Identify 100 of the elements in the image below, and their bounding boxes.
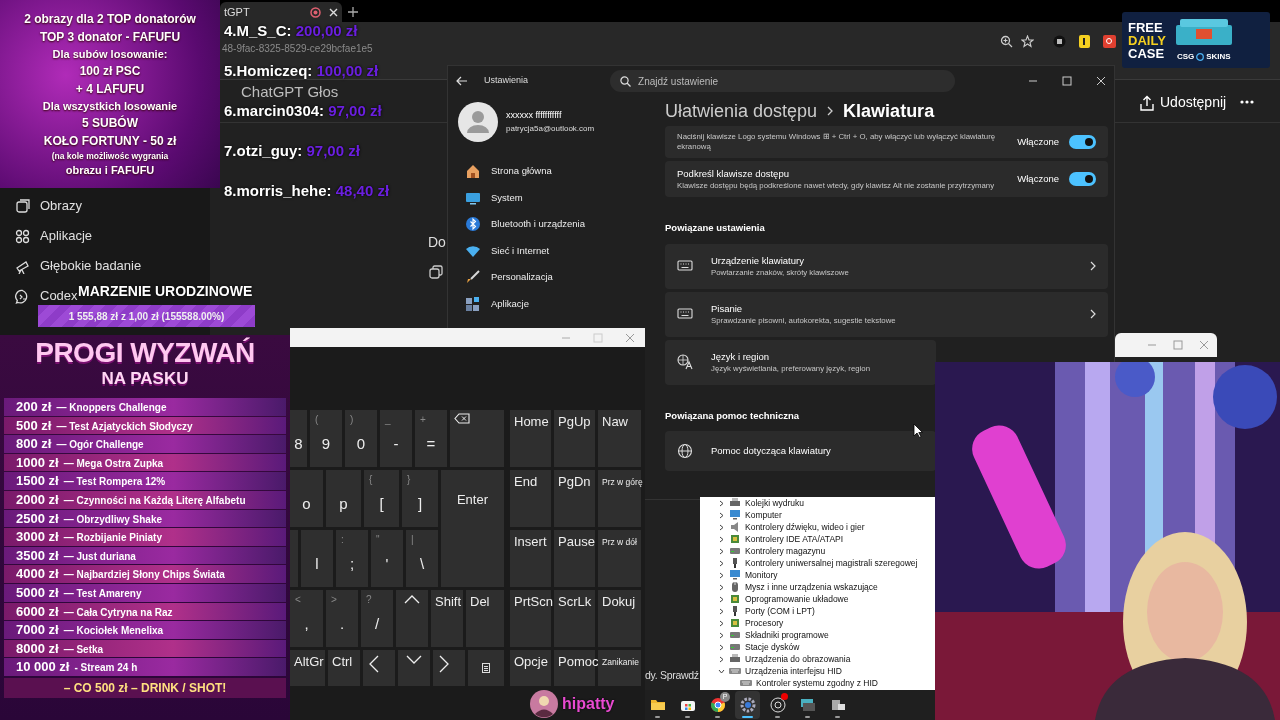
key[interactable]: | \ — [406, 530, 438, 587]
sidebar-item[interactable]: Obrazy — [15, 196, 82, 216]
tree-item[interactable]: Kontrolery dźwięku, wideo i gier — [718, 521, 936, 533]
key[interactable]: Home — [510, 410, 551, 467]
search-field[interactable]: Znajdź ustawienie — [610, 70, 956, 92]
breadcrumb-item[interactable]: Ułatwienia dostępu — [665, 97, 818, 125]
key[interactable]: p — [326, 470, 361, 527]
nav-item[interactable]: Sieć i Internet — [458, 237, 648, 264]
challenge-name: — Just duriana — [63, 549, 136, 564]
tree-item[interactable]: Urządzenia do obrazowania — [718, 653, 936, 665]
maximize-icon[interactable] — [1062, 76, 1072, 86]
key[interactable]: PgDn — [554, 470, 595, 527]
tree-item[interactable]: Kontrolery magazynu — [718, 545, 936, 557]
key[interactable]: Prz w górę — [598, 470, 641, 527]
key[interactable]: Zanikanie — [598, 650, 641, 686]
progress-text: 1 555,88 zł z 1,00 zł (155588.00%) — [68, 309, 225, 324]
key[interactable]: Del — [466, 590, 504, 647]
tree-item[interactable]: Porty (COM i LPT) — [718, 605, 936, 617]
key[interactable]: Naw — [598, 410, 641, 467]
sidebar-item[interactable]: Aplikacje — [15, 226, 93, 246]
key[interactable]: + = — [415, 410, 447, 467]
copy-icon[interactable] — [429, 265, 443, 279]
folder-icon — [649, 697, 666, 713]
back-icon[interactable] — [456, 76, 468, 86]
more-icon[interactable] — [1240, 100, 1254, 104]
key[interactable]: Dokuj — [598, 590, 641, 647]
challenge-amount: 1500 zł — [16, 472, 59, 490]
ad-banner[interactable]: FREE DAILY CASE CSG SKINS — [1122, 12, 1270, 68]
key[interactable] — [468, 650, 504, 686]
extension-icon[interactable] — [1053, 35, 1066, 48]
nav-item[interactable]: System — [458, 184, 648, 211]
toggle-state: Włączone — [1017, 134, 1059, 149]
nav-item[interactable]: Strona główna — [458, 158, 648, 185]
address-field[interactable]: 48-9fac-8325-8529-ce29bcfae1e5 — [222, 43, 373, 55]
star-icon[interactable] — [1021, 35, 1034, 48]
key[interactable]: { [ — [364, 470, 399, 527]
tree-item[interactable]: Mysz i inne urządzenia wskazujące — [718, 581, 936, 593]
zoom-icon[interactable] — [1000, 35, 1013, 48]
key[interactable]: ? / — [361, 590, 393, 647]
challenge-amount: 1000 zł — [16, 453, 59, 472]
sidebar-item[interactable]: Głębokie badanie — [15, 256, 142, 276]
key-label: [ — [378, 493, 385, 514]
printer-icon — [729, 497, 741, 509]
key[interactable]: AltGr — [290, 650, 325, 686]
key[interactable]: ScrLk — [554, 590, 595, 647]
key[interactable]: Pause — [554, 530, 595, 587]
tree-item[interactable]: Urządzenia interfejsu HID — [718, 665, 936, 677]
key-label: ] — [416, 493, 424, 514]
key[interactable]: Enter — [441, 470, 504, 587]
key[interactable]: Ctrl — [328, 650, 360, 686]
key[interactable]: End — [510, 470, 551, 527]
key-label: = — [425, 433, 437, 454]
challenge-name: — Kociołek Menelixa — [63, 624, 164, 639]
tree-item[interactable]: Monitory — [718, 569, 936, 581]
toggle-switch[interactable] — [1069, 172, 1096, 187]
share-button[interactable]: Udostępnij — [1140, 92, 1227, 113]
challenge-name: - Stream 24 h — [74, 661, 138, 676]
key[interactable]: } ] — [402, 470, 438, 527]
toggle-switch[interactable] — [1069, 135, 1096, 149]
tree-item[interactable]: Kontrolery IDE ATA/ATAPI — [718, 533, 936, 545]
plus-icon[interactable] — [348, 7, 358, 17]
close-icon[interactable] — [1096, 76, 1106, 86]
tree-item[interactable]: Komputer — [718, 509, 936, 521]
mouse-icon — [729, 581, 741, 593]
nav-item[interactable]: Personalizacja — [458, 264, 648, 291]
sidebar-item[interactable]: Codex — [15, 286, 78, 306]
tree-item[interactable]: Składniki programowe — [718, 629, 936, 641]
tree-item[interactable]: Kontroler systemu zgodny z HID — [718, 677, 936, 689]
key[interactable]: l — [301, 530, 333, 587]
tree-item[interactable]: Stacje dysków — [718, 641, 936, 653]
key[interactable]: o — [290, 470, 323, 527]
extension-icon[interactable] — [1103, 35, 1116, 48]
taskbar-app[interactable] — [735, 691, 760, 719]
key[interactable]: : ; — [336, 530, 368, 587]
tree-item[interactable]: Kolejki wydruku — [718, 497, 936, 509]
key[interactable]: 8 — [290, 410, 307, 467]
key[interactable]: Prz w dół — [598, 530, 641, 587]
key[interactable]: " ' — [371, 530, 403, 587]
extension-icon[interactable] — [1078, 35, 1091, 48]
key[interactable]: ) 0 — [345, 410, 377, 467]
nav-item[interactable]: Bluetooth i urządzenia — [458, 211, 648, 238]
key[interactable]: PgUp — [554, 410, 595, 467]
key[interactable]: > . — [326, 590, 358, 647]
tree-item[interactable]: Procesory — [718, 617, 936, 629]
challenge-amount: 800 zł — [16, 435, 52, 453]
key[interactable]: < , — [290, 590, 323, 647]
challenge-amount: 3500 zł — [16, 546, 59, 565]
key[interactable]: PrtScn — [510, 590, 551, 647]
nav-item[interactable]: Aplikacje — [458, 290, 648, 317]
browser-tab[interactable]: tGPT — [220, 2, 342, 22]
key[interactable]: _ - — [380, 410, 412, 467]
help-link[interactable]: Pomoc dotycząca klawiatury — [665, 430, 936, 471]
key[interactable]: Shift — [431, 590, 463, 647]
tree-item[interactable]: Kontrolery uniwersalnej magistrali szeregowej — [718, 557, 936, 569]
key[interactable]: Insert — [510, 530, 551, 587]
key[interactable]: ( 9 — [310, 410, 342, 467]
key[interactable] — [450, 410, 504, 467]
tree-item[interactable]: Oprogramowanie układowe — [718, 593, 936, 605]
breadcrumb-item: Klawiatura — [843, 99, 935, 123]
key[interactable]: Opcje — [510, 650, 551, 686]
